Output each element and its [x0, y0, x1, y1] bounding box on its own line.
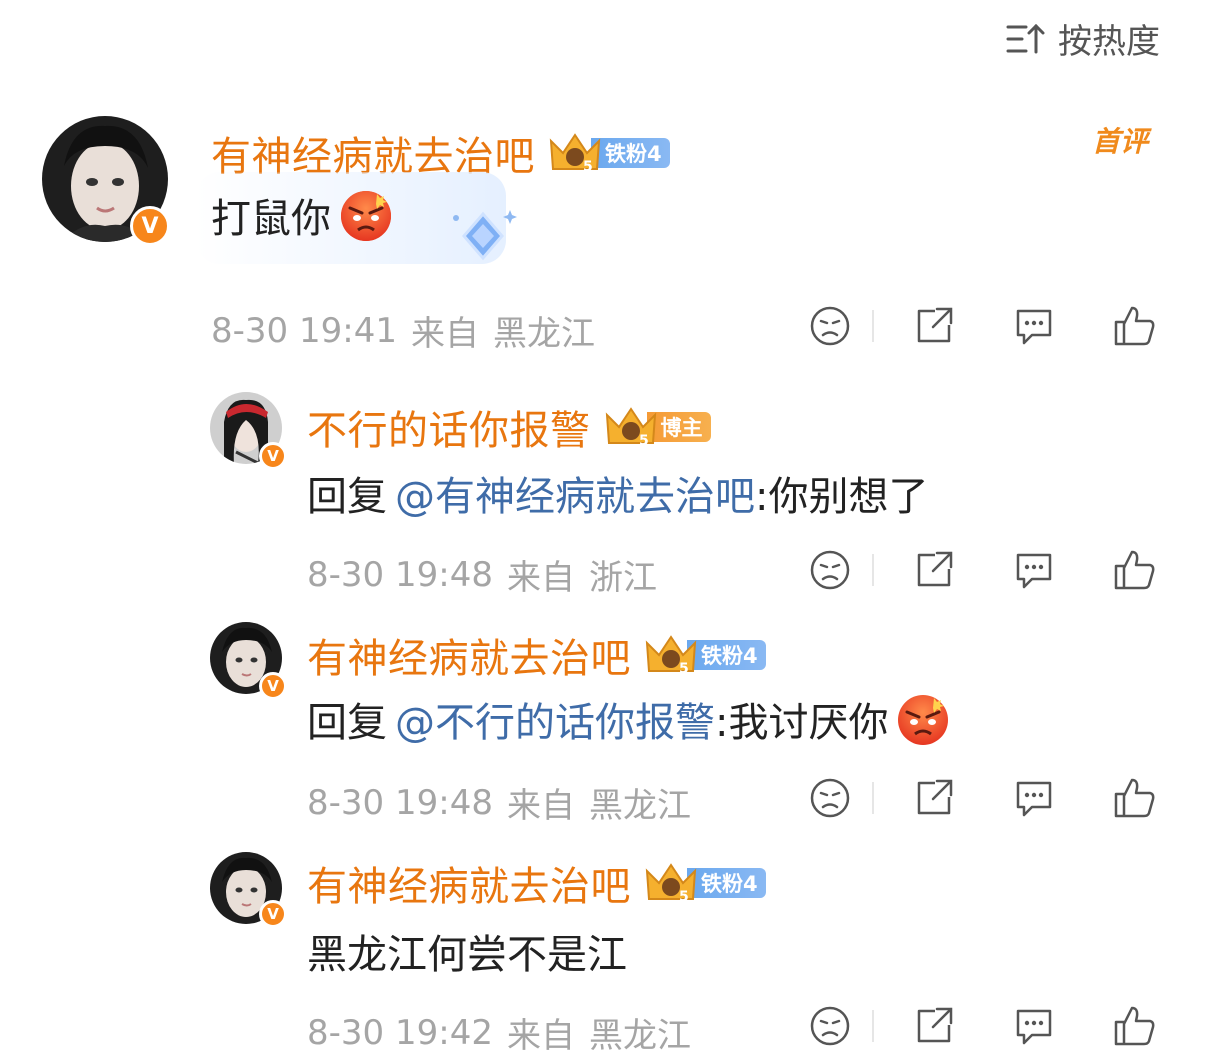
angry-emoji-icon	[896, 692, 950, 746]
divider	[872, 1010, 874, 1042]
comment-text: :我讨厌你	[715, 700, 889, 746]
crown-icon: 5	[605, 405, 657, 449]
comment-location: 黑龙江	[492, 314, 595, 354]
svg-text:5: 5	[679, 889, 689, 905]
comment-date: 8-30 19:48	[307, 782, 493, 823]
dislike-icon[interactable]	[808, 1004, 852, 1048]
share-icon[interactable]	[912, 548, 956, 592]
comment-from-label: 来自	[410, 314, 479, 354]
svg-text:5: 5	[639, 433, 649, 449]
diamond-icon	[448, 206, 518, 270]
reply-prefix: 回复	[307, 700, 387, 746]
divider	[872, 310, 874, 342]
angry-emoji-icon	[339, 188, 393, 242]
comment-from-label: 来自	[506, 558, 575, 598]
reply-icon[interactable]	[1012, 776, 1056, 820]
sort-icon	[1006, 22, 1046, 56]
sort-button[interactable]: 按热度	[1006, 14, 1160, 63]
comment-text: :你别想了	[755, 474, 929, 520]
comment-date: 8-30 19:48	[307, 554, 493, 595]
like-icon[interactable]	[1112, 548, 1156, 592]
comment-text-row: 回复 @有神经病就去治吧 :你别想了	[307, 464, 928, 522]
comment-from-label: 来自	[506, 786, 575, 826]
first-comment-tag: 首评	[1091, 125, 1148, 158]
svg-text:5: 5	[679, 661, 689, 677]
dislike-icon[interactable]	[808, 548, 852, 592]
verified-badge-icon: V	[259, 900, 287, 928]
comment-location: 浙江	[588, 558, 657, 598]
divider	[872, 782, 874, 814]
fan-badge[interactable]: 5 博主	[605, 407, 711, 449]
comment-text-row: 黑龙江何尝不是江	[307, 922, 627, 980]
like-icon[interactable]	[1112, 1004, 1156, 1048]
username[interactable]: 不行的话你报警	[307, 398, 591, 456]
crown-icon: 5	[645, 861, 697, 905]
username[interactable]: 有神经病就去治吧	[307, 626, 631, 684]
sort-label: 按热度	[1058, 22, 1160, 62]
share-icon[interactable]	[912, 1004, 956, 1048]
svg-text:5: 5	[583, 159, 593, 175]
reply-prefix: 回复	[307, 474, 387, 520]
reply-icon[interactable]	[1012, 548, 1056, 592]
like-icon[interactable]	[1112, 304, 1156, 348]
divider	[872, 554, 874, 586]
crown-icon: 5	[549, 131, 601, 175]
fan-badge-label: 铁粉4	[687, 640, 766, 670]
comment-location: 黑龙江	[588, 786, 691, 826]
mention-link[interactable]: @有神经病就去治吧	[395, 464, 755, 522]
comment-text: 黑龙江何尝不是江	[307, 932, 627, 978]
reply-icon[interactable]	[1012, 1004, 1056, 1048]
fan-badge[interactable]: 5 铁粉4	[645, 863, 766, 905]
dislike-icon[interactable]	[808, 776, 852, 820]
mention-link[interactable]: @不行的话你报警	[395, 690, 715, 748]
comment-date: 8-30 19:42	[307, 1012, 493, 1051]
fan-badge[interactable]: 5 铁粉4	[645, 635, 766, 677]
comment-text-row: 回复 @不行的话你报警 :我讨厌你	[307, 690, 950, 748]
verified-badge-icon: V	[259, 672, 287, 700]
like-icon[interactable]	[1112, 776, 1156, 820]
crown-icon: 5	[645, 633, 697, 677]
username[interactable]: 有神经病就去治吧	[307, 854, 631, 912]
fan-badge[interactable]: 5 铁粉4	[549, 133, 670, 175]
comment-from-label: 来自	[506, 1016, 575, 1051]
reply-icon[interactable]	[1012, 304, 1056, 348]
comment-text: 打鼠你	[211, 196, 331, 242]
dislike-icon[interactable]	[808, 304, 852, 348]
fan-badge-label: 铁粉4	[591, 138, 670, 168]
verified-badge-icon: V	[259, 442, 287, 470]
verified-badge-icon: V	[130, 206, 170, 246]
share-icon[interactable]	[912, 776, 956, 820]
comment-date: 8-30 19:41	[211, 310, 397, 351]
comment-text-row: 打鼠你	[211, 186, 393, 244]
fan-badge-label: 铁粉4	[687, 868, 766, 898]
share-icon[interactable]	[912, 304, 956, 348]
comment-location: 黑龙江	[588, 1016, 691, 1051]
